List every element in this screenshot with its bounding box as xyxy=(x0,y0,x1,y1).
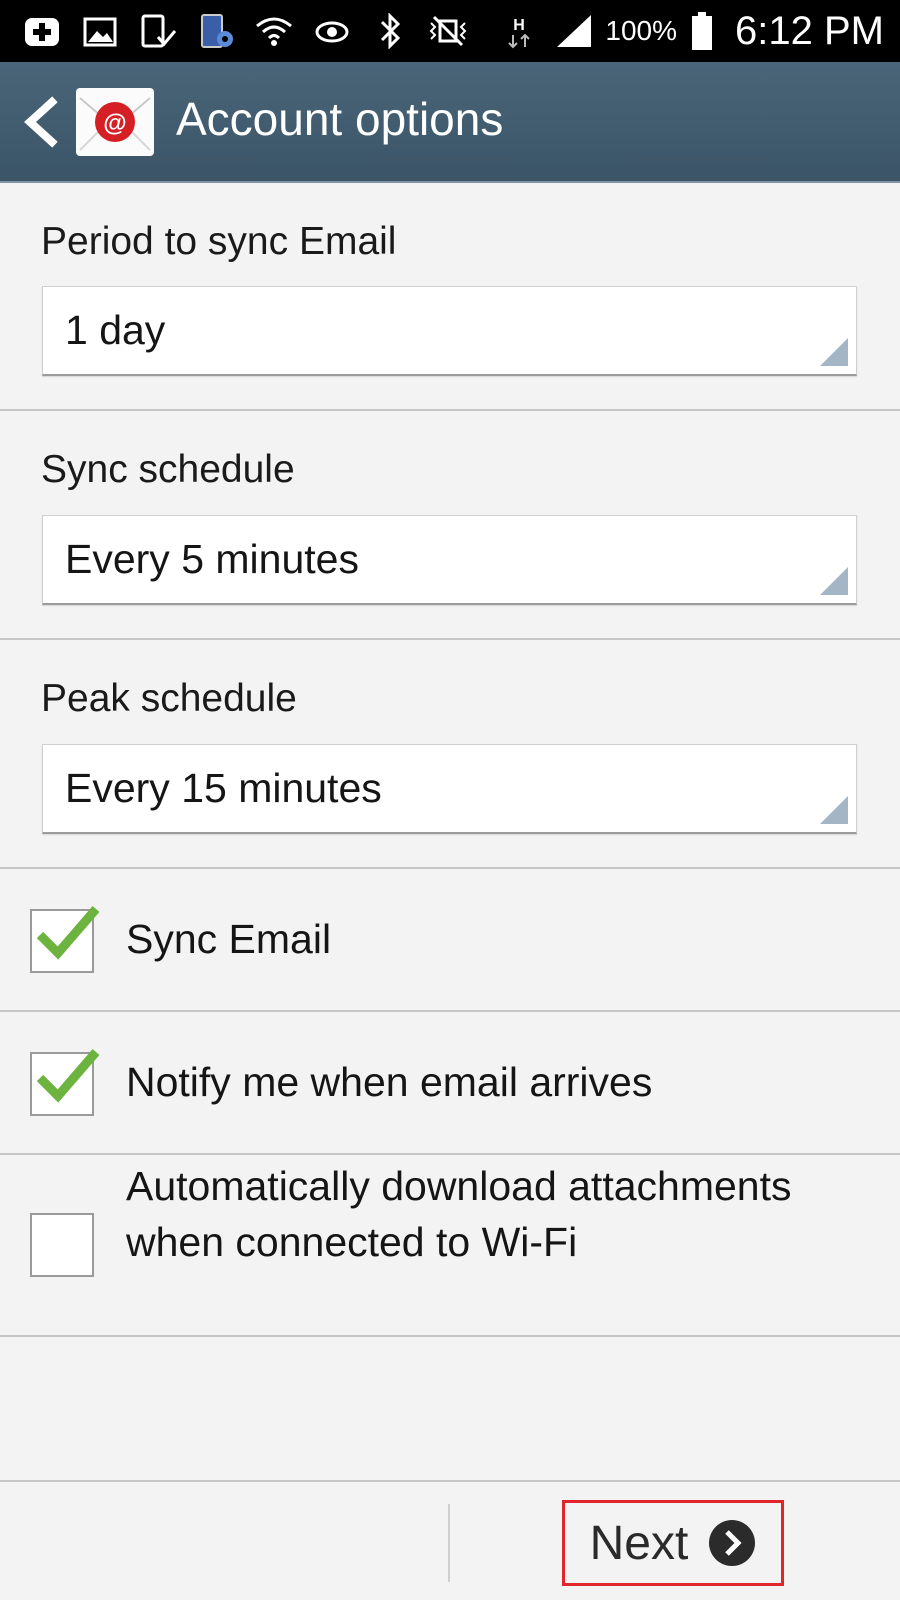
network-h-icon: H xyxy=(497,11,541,51)
vibrate-icon xyxy=(426,11,470,51)
bluetooth-icon xyxy=(368,11,412,51)
sync-schedule-value: Every 5 minutes xyxy=(65,536,359,582)
next-label: Next xyxy=(589,1516,689,1570)
sync-email-label: Sync Email xyxy=(126,916,332,962)
add-icon xyxy=(20,11,64,51)
peak-schedule-dropdown[interactable]: Every 15 minutes xyxy=(42,744,857,834)
notify-checkbox[interactable] xyxy=(30,1049,100,1116)
button-separator xyxy=(448,1504,450,1582)
sync-schedule-label: Sync schedule xyxy=(41,448,295,491)
sync-email-checkbox[interactable] xyxy=(30,906,100,973)
checkmark-icon xyxy=(36,906,100,960)
page-title: Account options xyxy=(176,93,504,145)
period-sync-dropdown[interactable]: 1 day xyxy=(42,286,857,376)
dropdown-corner-icon xyxy=(820,567,848,595)
dropdown-corner-icon xyxy=(820,338,848,366)
signal-icon xyxy=(551,11,595,51)
auto-download-checkbox[interactable] xyxy=(30,1213,94,1277)
status-bar: H 100% 6:12 PM xyxy=(0,0,900,62)
battery-icon xyxy=(687,11,717,51)
next-button[interactable]: Next xyxy=(562,1500,784,1586)
phone-check-icon xyxy=(136,11,180,51)
back-icon[interactable] xyxy=(14,90,64,154)
peak-schedule-label: Peak schedule xyxy=(41,677,297,720)
period-sync-value: 1 day xyxy=(65,307,166,353)
divider xyxy=(0,638,900,640)
battery-percentage: 100% xyxy=(605,15,678,46)
chevron-right-circle-icon xyxy=(709,1520,756,1566)
eye-icon xyxy=(310,11,354,51)
divider xyxy=(0,1335,900,1337)
checkmark-icon xyxy=(36,1049,100,1103)
wifi-icon xyxy=(252,11,296,51)
auto-download-option[interactable]: Automatically download attachments when … xyxy=(0,1155,900,1335)
divider xyxy=(0,409,900,411)
svg-text:H: H xyxy=(514,17,526,34)
clock: 6:12 PM xyxy=(735,8,884,53)
bottom-bar: Next xyxy=(0,1480,900,1600)
notification-icons xyxy=(20,8,470,54)
email-app-icon: @ xyxy=(76,88,154,156)
svg-text:@: @ xyxy=(103,110,126,137)
action-bar: @ Account options xyxy=(0,62,900,183)
notify-label: Notify me when email arrives xyxy=(126,1059,653,1105)
peak-schedule-value: Every 15 minutes xyxy=(65,765,382,811)
period-sync-label: Period to sync Email xyxy=(41,220,397,263)
image-icon xyxy=(78,11,122,51)
sync-schedule-dropdown[interactable]: Every 5 minutes xyxy=(42,515,857,605)
sync-email-option[interactable]: Sync Email xyxy=(0,869,900,1010)
system-icons: H 100% 6:12 PM xyxy=(497,8,884,54)
auto-download-label: Automatically download attachments when … xyxy=(126,1163,792,1265)
phone-settings-icon xyxy=(194,11,238,51)
dropdown-corner-icon xyxy=(820,796,848,824)
notify-option[interactable]: Notify me when email arrives xyxy=(0,1012,900,1153)
